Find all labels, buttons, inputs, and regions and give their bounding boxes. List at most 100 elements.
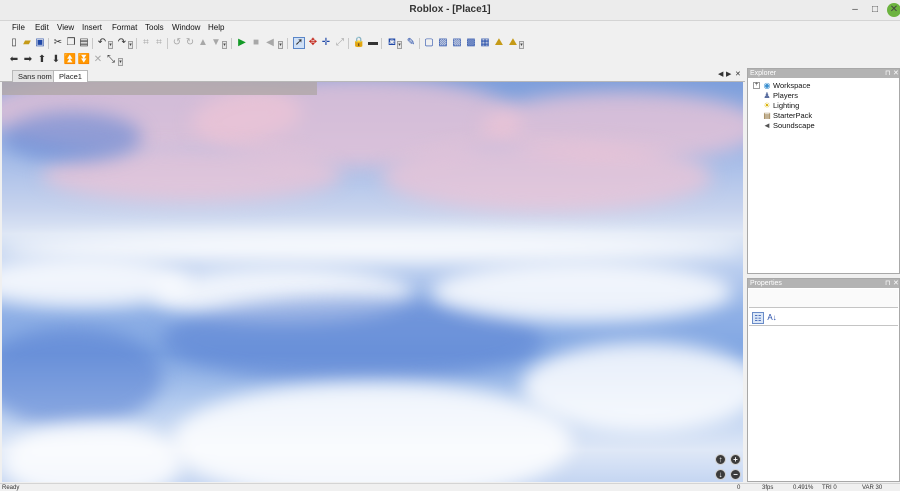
- speaker-icon: ◄: [763, 121, 771, 130]
- toolbar1-end-more-icon[interactable]: ▾: [519, 41, 524, 49]
- lightbulb-icon: ☀: [763, 101, 771, 110]
- arrow-left-icon[interactable]: ⬅: [8, 54, 20, 66]
- rotate-left-icon[interactable]: ↺: [171, 37, 183, 49]
- properties-toolbar: ☷ A↓: [749, 309, 898, 326]
- menu-view[interactable]: View: [57, 23, 74, 32]
- reset-icon[interactable]: ◀: [264, 37, 276, 49]
- drag-icon[interactable]: ✛: [320, 37, 332, 49]
- properties-header: Properties ⊓ ✕: [748, 279, 899, 288]
- new-file-icon[interactable]: ▯: [8, 37, 20, 49]
- window-title: Roblox - [Place1]: [409, 4, 491, 15]
- tab-scroll-left-icon[interactable]: ◀: [718, 70, 723, 78]
- camera-zoom-in-icon[interactable]: +: [730, 454, 741, 465]
- menu-help[interactable]: Help: [208, 23, 224, 32]
- players-icon: ♟: [763, 91, 771, 100]
- menu-file[interactable]: File: [12, 23, 25, 32]
- ungroup-icon[interactable]: ⌗: [153, 37, 165, 49]
- camera-view1-icon[interactable]: ▨: [437, 37, 449, 49]
- terrain-up-icon[interactable]: ⛰: [493, 37, 505, 49]
- group-icon[interactable]: ⌗: [140, 37, 152, 49]
- toolbar1-more-icon[interactable]: ▾: [222, 41, 227, 49]
- arrow-right-icon[interactable]: ➡: [22, 54, 34, 66]
- alphabetical-sort-icon[interactable]: A↓: [766, 312, 778, 324]
- tab-scroll-right-icon[interactable]: ▶: [726, 70, 731, 78]
- lock-icon[interactable]: 🔒: [353, 37, 365, 49]
- camera-tilt-down-icon[interactable]: ↓: [715, 469, 726, 480]
- zoom-extents-icon[interactable]: ⤡: [105, 54, 117, 66]
- status-count: 0: [737, 485, 741, 491]
- camera-view2-icon[interactable]: ▧: [451, 37, 463, 49]
- expand-icon[interactable]: +: [753, 82, 760, 89]
- resize-icon[interactable]: ⤢: [334, 37, 346, 49]
- menu-edit[interactable]: Edit: [35, 23, 49, 32]
- camera-view3-icon[interactable]: ▩: [465, 37, 477, 49]
- rotate-right-icon[interactable]: ↻: [184, 37, 196, 49]
- tab-sans-nom[interactable]: Sans nom: [12, 70, 58, 82]
- undo-icon[interactable]: ↶: [96, 37, 108, 49]
- viewport-overlay-bar: [2, 82, 317, 95]
- camera-toolbar: ⬅ ➡ ⬆ ⬇ ⏫ ⏬ ✕ ⤡ ▾: [0, 52, 900, 68]
- terrain-down-icon[interactable]: ⛰: [507, 37, 519, 49]
- menu-tools[interactable]: Tools: [145, 23, 164, 32]
- menu-insert[interactable]: Insert: [82, 23, 102, 32]
- globe-icon: ◉: [763, 81, 771, 90]
- arrow-down-icon[interactable]: ⬇: [50, 54, 62, 66]
- tab-close-icon[interactable]: ✕: [735, 70, 741, 78]
- explorer-close-icon[interactable]: ✕: [893, 69, 899, 77]
- move-icon[interactable]: ✥: [307, 37, 319, 49]
- status-tri: TRI 0: [822, 485, 837, 491]
- lift-up-icon[interactable]: ▲: [197, 37, 209, 49]
- arrow-up-icon[interactable]: ⬆: [36, 54, 48, 66]
- toolbar2-more-icon[interactable]: ▾: [118, 58, 123, 66]
- main-toolbar: ▯ ▰ ▣ ✂ ❐ ▤ ↶ ▾ ↷ ▾ ⌗ ⌗ ↺ ↻ ▲ ▼ ▾ ▶ ■ ◀ …: [0, 35, 900, 51]
- explorer-panel: Explorer ⊓ ✕ + ◉ Workspace ♟ Players ☀ L…: [747, 68, 900, 274]
- explorer-pin-icon[interactable]: ⊓: [885, 69, 890, 77]
- menu-window[interactable]: Window: [172, 23, 200, 32]
- undo-dropdown-icon[interactable]: ▾: [108, 41, 113, 49]
- copy-icon[interactable]: ❐: [65, 37, 77, 49]
- properties-title: Properties: [750, 280, 782, 287]
- properties-object-box[interactable]: [749, 289, 898, 308]
- menu-bar: File Edit View Insert Format Tools Windo…: [0, 21, 900, 35]
- status-fps: 3fps: [762, 485, 774, 491]
- categorized-view-icon[interactable]: ☷: [752, 312, 764, 324]
- zoom-in-icon[interactable]: ✕: [92, 54, 104, 66]
- backpack-icon: ▤: [763, 111, 771, 120]
- document-tabbar: Sans nom Place1 ◀ ▶ ✕: [0, 68, 745, 83]
- select-pointer-icon[interactable]: ➚: [293, 37, 305, 49]
- drop-down-icon[interactable]: ▼: [210, 37, 222, 49]
- status-percent: 0.491%: [793, 485, 814, 491]
- properties-panel: Properties ⊓ ✕ ☷ A↓: [747, 278, 900, 482]
- status-text: Ready: [2, 485, 20, 491]
- status-bar: Ready 0 3fps 0.491% TRI 0 VAR 30: [0, 483, 900, 491]
- maximize-button[interactable]: □: [868, 3, 882, 17]
- glue-surface-icon[interactable]: ▬: [367, 37, 379, 49]
- properties-pin-icon[interactable]: ⊓: [885, 279, 890, 287]
- title-bar: Roblox - [Place1] – □ ✕: [0, 0, 900, 21]
- redo-icon[interactable]: ↷: [116, 37, 128, 49]
- open-folder-icon[interactable]: ▰: [21, 37, 33, 49]
- lower-icon[interactable]: ⏬: [78, 54, 90, 66]
- camera-view4-icon[interactable]: ▦: [479, 37, 491, 49]
- explorer-title: Explorer: [750, 70, 777, 77]
- status-var: VAR 30: [862, 485, 883, 491]
- camera-tilt-up-icon[interactable]: ↑: [715, 454, 726, 465]
- camera-zoom-out-icon[interactable]: −: [730, 469, 741, 480]
- frame-view-icon[interactable]: ▢: [423, 37, 435, 49]
- paint-dropdown-icon[interactable]: ▾: [397, 41, 402, 49]
- run-more-icon[interactable]: ▾: [278, 41, 283, 49]
- cut-icon[interactable]: ✂: [52, 37, 64, 49]
- close-window-button[interactable]: ✕: [887, 3, 900, 17]
- properties-close-icon[interactable]: ✕: [893, 279, 899, 287]
- play-icon[interactable]: ▶: [236, 37, 248, 49]
- explorer-header: Explorer ⊓ ✕: [748, 69, 899, 78]
- redo-dropdown-icon[interactable]: ▾: [128, 41, 133, 49]
- dropper-icon[interactable]: ✎: [405, 37, 417, 49]
- stop-icon[interactable]: ■: [250, 37, 262, 49]
- minimize-button[interactable]: –: [848, 3, 862, 17]
- save-icon[interactable]: ▣: [34, 37, 46, 49]
- paste-icon[interactable]: ▤: [78, 37, 90, 49]
- menu-format[interactable]: Format: [112, 23, 137, 32]
- raise-icon[interactable]: ⏫: [64, 54, 76, 66]
- 3d-viewport[interactable]: ↑ + ↓ −: [2, 82, 743, 482]
